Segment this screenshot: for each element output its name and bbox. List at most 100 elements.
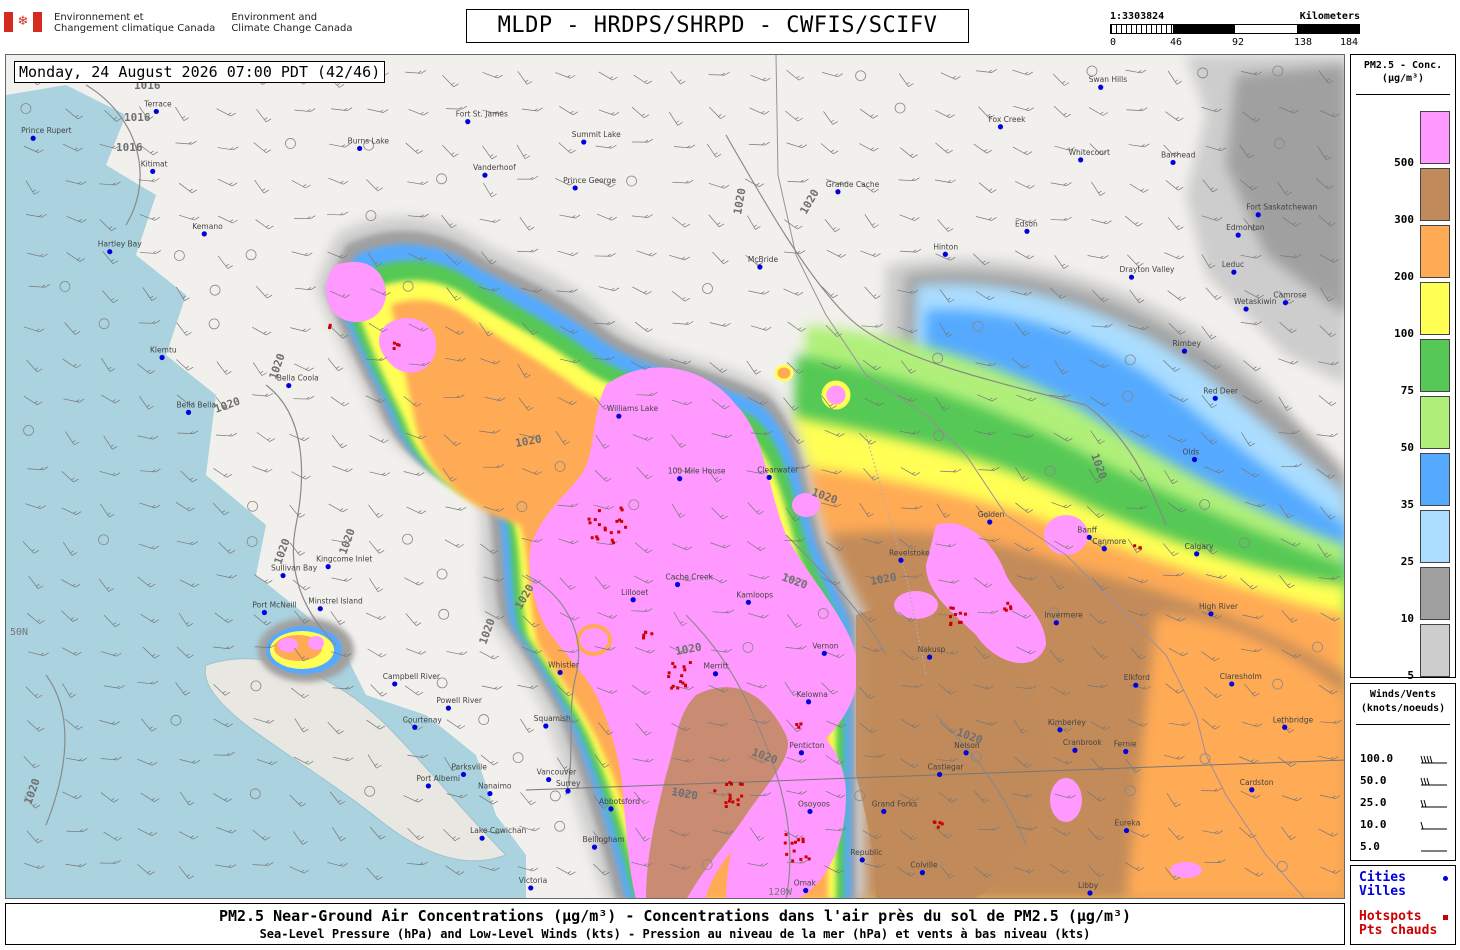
city-dot — [1255, 212, 1261, 218]
city-dot — [357, 145, 363, 152]
city-label: Lillooet — [621, 588, 648, 597]
hotspot-marker — [597, 509, 601, 513]
hotspot-marker — [731, 800, 735, 804]
city-dot — [608, 806, 614, 812]
city-dot — [803, 887, 809, 894]
city-label: 100 Mile House — [668, 467, 726, 476]
hotspot-marker — [936, 825, 940, 829]
map-panel[interactable]: Monday, 24 August 2026 07:00 PDT (42/46) — [5, 54, 1345, 899]
hotspot-marker — [729, 782, 733, 786]
hotspot-marker — [392, 347, 396, 351]
city-label: Golden — [978, 510, 1005, 519]
wind-barb-icon — [1421, 850, 1447, 852]
hotspot-marker — [799, 722, 803, 726]
city-label: Claresholm — [1220, 672, 1262, 681]
hotspot-marker — [949, 621, 953, 625]
city-dot — [581, 139, 587, 145]
city-label: Victoria — [519, 876, 547, 885]
hotspot-marker — [609, 531, 613, 535]
city-dot — [1057, 727, 1063, 733]
city-label: Republic — [850, 848, 882, 857]
city-dot — [1072, 747, 1078, 753]
city-dot — [261, 609, 268, 616]
city-label: Eureka — [1114, 819, 1140, 828]
legend-label: 50 — [1400, 441, 1414, 454]
hotspot-marker — [738, 782, 742, 786]
city-label: Cardston — [1240, 778, 1274, 787]
city-label: Revelstoke — [889, 548, 930, 557]
hotspot-marker — [938, 821, 942, 825]
legend-swatch-50 — [1420, 396, 1450, 449]
hotspot-marker — [799, 857, 803, 861]
wind-legend: Winds/Vents (knots/noeuds) 100.0 50.0 25.0… — [1350, 683, 1456, 861]
city-dot — [942, 251, 948, 257]
city-label: Drayton Valley — [1119, 265, 1174, 274]
hotspot-marker — [688, 661, 692, 665]
hotspot-marker — [683, 668, 687, 672]
map-canvas[interactable]: 1016 1016 1016 1020 1020 1020 1020 1020 … — [6, 55, 1345, 899]
city-dot — [1243, 306, 1249, 312]
wind-barb-icon — [1420, 799, 1447, 808]
city-label: Vanderhoof — [473, 163, 516, 172]
hotspot-marker — [615, 519, 619, 523]
header: ❄ Environnement et Changement climatique… — [0, 0, 1460, 52]
hotspot-marker — [392, 341, 396, 345]
city-label: Nelson — [954, 741, 980, 750]
city-label: Port McNeill — [252, 601, 296, 610]
city-label: Lake Cowichan — [470, 826, 526, 835]
city-dot — [1123, 827, 1130, 834]
city-dot — [1229, 681, 1235, 687]
city-dot — [898, 557, 904, 563]
city-label: Canmore — [1092, 537, 1126, 546]
cities-legend-fr: Villes — [1359, 884, 1406, 899]
city-label: Burns Lake — [348, 136, 390, 145]
hotspot-marker — [736, 798, 740, 802]
wind-legend-value: 5.0 — [1360, 840, 1380, 853]
city-label: Penticton — [789, 741, 824, 750]
city-dot — [557, 669, 563, 676]
city-dot — [591, 844, 598, 850]
city-dot — [565, 788, 571, 794]
city-dot — [543, 723, 549, 729]
city-dot — [881, 808, 887, 815]
hotspot-marker — [682, 665, 686, 669]
hotspot-marker — [676, 686, 680, 690]
hotspot-marker — [1133, 544, 1137, 548]
city-label: Banff — [1077, 525, 1097, 534]
hotspot-marker — [953, 613, 957, 617]
city-label: Fernie — [1114, 740, 1137, 749]
city-dot — [798, 750, 805, 756]
city-dot — [392, 681, 398, 687]
city-label: Vancouver — [537, 768, 577, 777]
city-label: Castlegar — [928, 762, 965, 771]
city-label: Bella Coola — [277, 374, 319, 383]
canada-flag-icon: ❄ — [4, 12, 42, 32]
hotspot-marker — [328, 326, 332, 330]
legend-swatch-5 — [1420, 624, 1450, 677]
city-dot — [30, 135, 36, 141]
city-label: Kemano — [192, 222, 223, 231]
pm25-legend-units: (µg/m³) — [1381, 73, 1425, 84]
city-label: Whitecourt — [1069, 148, 1110, 157]
city-dot — [286, 382, 292, 389]
city-label: Vernon — [812, 641, 838, 650]
city-dot — [1181, 348, 1188, 354]
city-dot — [677, 476, 683, 482]
city-dot — [150, 168, 156, 174]
hotspot-marker — [596, 537, 600, 541]
hotspot-marker — [740, 794, 744, 798]
hotspot-marker — [597, 523, 601, 527]
latitude-label: 50N — [10, 627, 28, 638]
agency-name-fr: Environnement et Changement climatique C… — [54, 12, 215, 34]
hotspot-marker — [1009, 605, 1013, 609]
city-dot — [487, 790, 493, 797]
city-dot — [412, 724, 418, 730]
hotspot-marker — [588, 521, 592, 525]
hotspot-marker — [650, 632, 654, 636]
city-dot — [1231, 269, 1237, 275]
city-label: Whistler — [548, 660, 580, 669]
hotspot-marker — [728, 796, 732, 800]
agency-name-en: Environment and Climate Change Canada — [231, 12, 352, 34]
hotspot-marker — [792, 849, 796, 853]
city-dot — [807, 808, 813, 815]
